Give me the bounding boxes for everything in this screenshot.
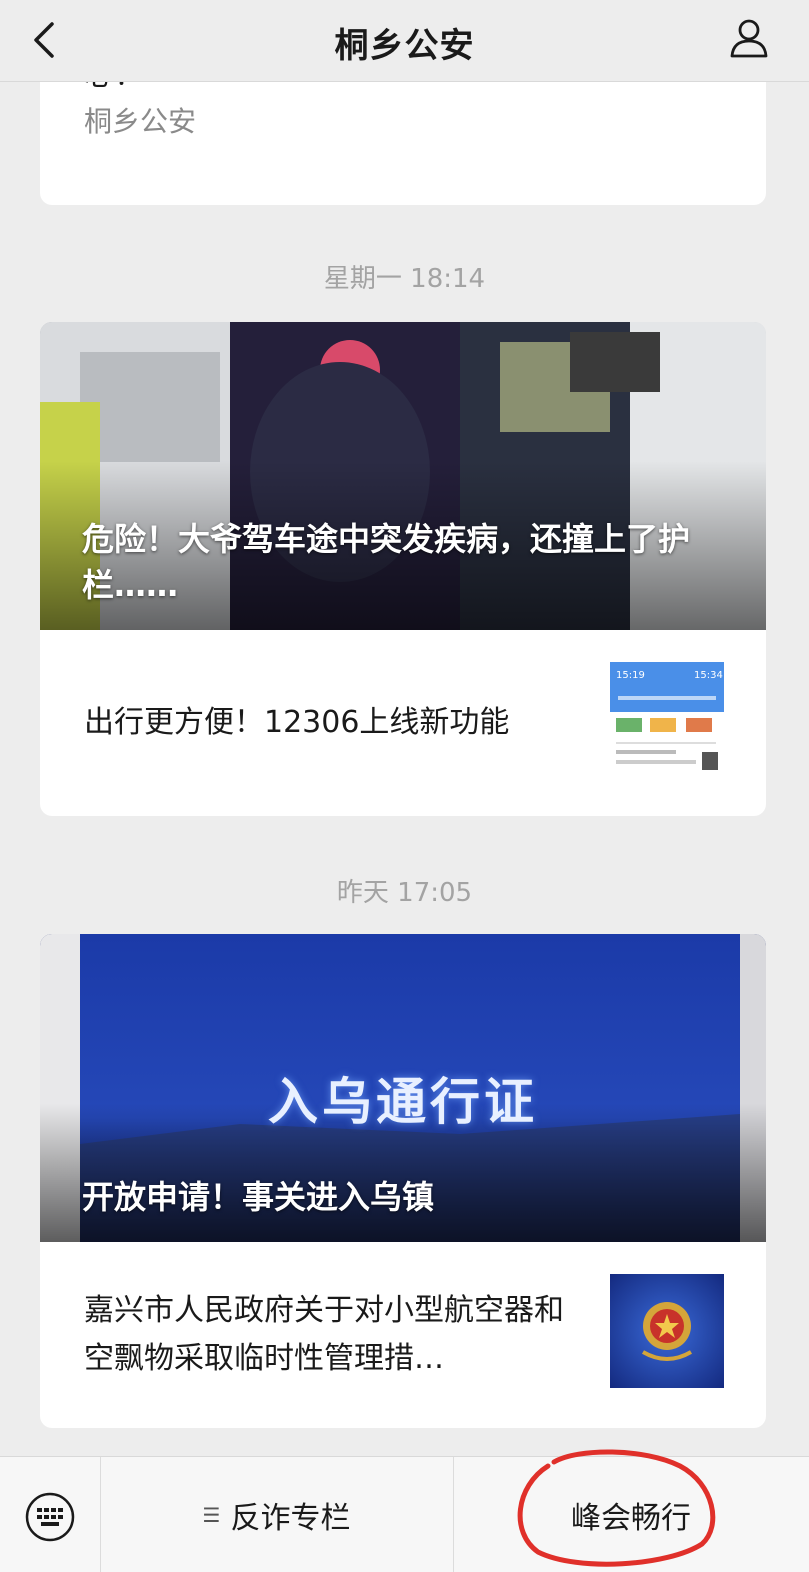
timestamp: 昨天 17:05 — [336, 878, 473, 908]
bottom-menu-bar: ☰ 反诈专栏 峰会畅行 — [0, 1456, 809, 1572]
article-thumbnail: 15:19 15:34 — [610, 662, 724, 776]
article-list-item[interactable]: 出行更方便！12306上线新功能 15:19 15:34 — [40, 630, 766, 816]
keyboard-icon[interactable] — [24, 1491, 76, 1543]
article-list-item[interactable]: 嘉兴市人民政府关于对小型航空器和空飘物采取临时性管理措… — [40, 1242, 766, 1428]
article-text: 心！ — [84, 82, 144, 94]
hero-title: 开放申请！事关进入乌镇 — [82, 1178, 435, 1216]
menu-label: 峰会畅行 — [571, 1501, 691, 1536]
timestamp: 星期一 18:14 — [323, 264, 486, 294]
page-title: 桐乡公安 — [334, 26, 475, 66]
thumb-time-right: 15:34 — [694, 670, 723, 681]
menu-label: 反诈专栏 — [230, 1501, 351, 1536]
profile-icon[interactable] — [727, 16, 771, 60]
hero-title: 危险！大爷驾车途中突发疾病，还撞上了护栏…… — [82, 520, 691, 604]
article-thumbnail — [610, 1274, 724, 1388]
article-source: 桐乡公安 — [84, 105, 197, 138]
article-title: 嘉兴市人民政府关于对小型航空器和空飘物采取临时性管理措… — [84, 1293, 564, 1376]
thumb-time-left: 15:19 — [616, 670, 645, 681]
article-hero[interactable]: 危险！大爷驾车途中突发疾病，还撞上了护栏…… — [40, 322, 766, 630]
article-group: 入乌通行证 开放申请！事关进入乌镇 嘉兴市人民政府关于对小型航空器和空飘物采取临… — [40, 934, 766, 1428]
message-list[interactable]: 心！ 桐乡公安 星期一 18:14 — [0, 82, 809, 1456]
menu-button-anti-fraud[interactable]: ☰ 反诈专栏 — [100, 1457, 453, 1572]
article-card-partial[interactable]: 心！ 桐乡公安 — [40, 82, 766, 205]
nav-header: 桐乡公安 — [0, 0, 809, 82]
article-group: 危险！大爷驾车途中突发疾病，还撞上了护栏…… 出行更方便！12306上线新功能 … — [40, 322, 766, 816]
hero-overlay-text: 入乌通行证 — [268, 1073, 538, 1131]
article-hero[interactable]: 入乌通行证 开放申请！事关进入乌镇 — [40, 934, 766, 1242]
menu-button-summit-travel[interactable]: 峰会畅行 — [453, 1457, 809, 1572]
article-title: 出行更方便！12306上线新功能 — [84, 705, 510, 740]
menu-list-icon: ☰ — [202, 1503, 221, 1527]
